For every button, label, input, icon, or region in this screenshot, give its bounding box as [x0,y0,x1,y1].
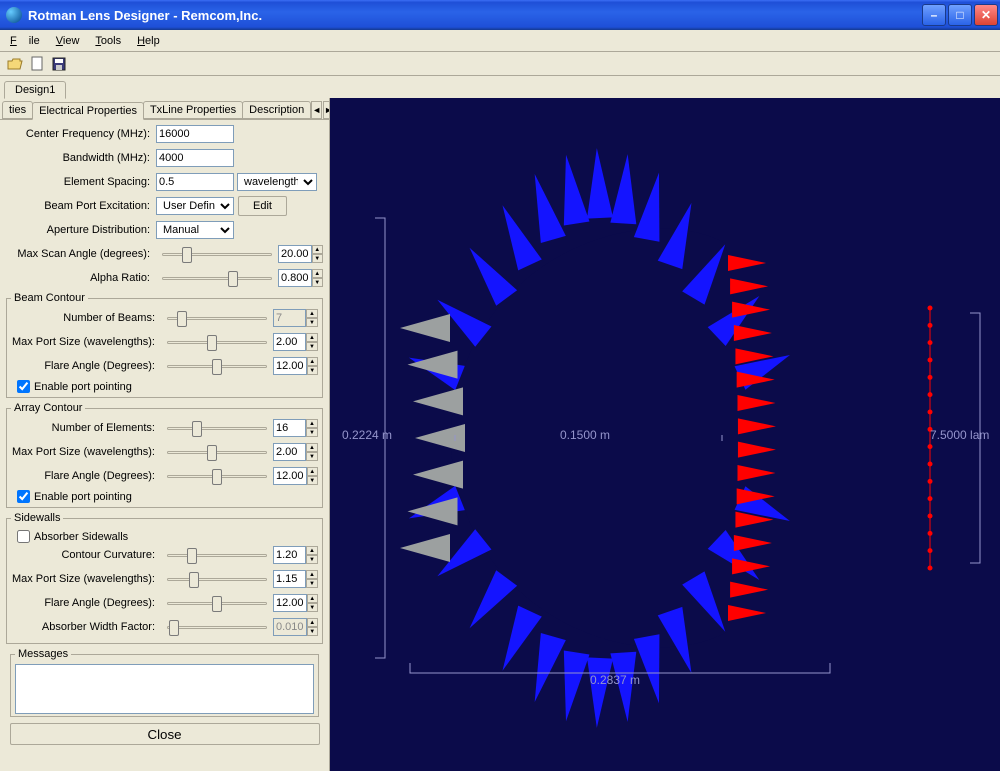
menu-help[interactable]: Help [131,33,166,49]
absorber-sidewalls-checkbox[interactable] [17,530,30,543]
beam-port-label: Beam Port Excitation: [6,200,156,212]
bandwidth-label: Bandwidth (MHz): [6,152,156,164]
max-scan-label: Max Scan Angle (degrees): [6,248,156,260]
property-tabs: ties Electrical Properties TxLine Proper… [0,98,329,120]
document-tabs: Design1 [0,76,1000,98]
bandwidth-input[interactable] [156,149,234,167]
tab-electrical-properties[interactable]: Electrical Properties [32,102,144,120]
curvature-slider[interactable] [167,546,267,564]
beam-enable-port-label: Enable port pointing [34,381,132,393]
beam-flare-label: Flare Angle (Degrees): [11,360,161,372]
element-spacing-unit[interactable]: wavelengths [237,173,317,191]
array-enable-port-label: Enable port pointing [34,491,132,503]
element-spacing-label: Element Spacing: [6,176,156,188]
tab-description[interactable]: Description [242,101,311,119]
array-contour-legend: Array Contour [11,402,85,414]
menu-tools[interactable]: Tools [89,33,127,49]
tab-scroll-right[interactable]: ► [323,101,330,119]
sw-maxport-label: Max Port Size (wavelengths): [11,573,161,585]
beam-maxport-label: Max Port Size (wavelengths): [11,336,161,348]
array-enable-port-checkbox[interactable] [17,490,30,503]
edit-button[interactable]: Edit [238,196,287,216]
center-freq-input[interactable] [156,125,234,143]
sidewalls-legend: Sidewalls [11,512,63,524]
tab-partial[interactable]: ties [2,101,33,119]
beam-flare-slider[interactable] [167,357,267,375]
left-dim-label: 0.2224 m [342,428,392,442]
aperture-select[interactable]: Manual [156,221,234,239]
beam-maxport-spinner[interactable]: 2.00▲▼ [273,333,318,351]
num-beams-label: Number of Beams: [11,312,161,324]
beam-contour-legend: Beam Contour [11,292,88,304]
sidewalls-group: Sidewalls Absorber Sidewalls Contour Cur… [6,512,323,644]
tab-txline-properties[interactable]: TxLine Properties [143,101,243,119]
lens-canvas[interactable]: 0.2224 m 0.1500 m 7.5000 lam 0.2837 m [330,98,1000,771]
beam-port-select[interactable]: User Defined [156,197,234,215]
messages-group: Messages [10,648,319,717]
maximize-button[interactable]: □ [948,4,972,26]
beam-contour-group: Beam Contour Number of Beams: 7▲▼ Max Po… [6,292,323,398]
menubar: File View Tools Help [0,30,1000,52]
array-contour-group: Array Contour Number of Elements: 16▲▼ M… [6,402,323,508]
close-button[interactable]: Close [10,723,320,745]
sw-flare-label: Flare Angle (Degrees): [11,597,161,609]
absorber-sidewalls-label: Absorber Sidewalls [34,531,128,543]
sw-flare-slider[interactable] [167,594,267,612]
num-elem-slider[interactable] [167,419,267,437]
beam-enable-port-checkbox[interactable] [17,380,30,393]
array-flare-spinner[interactable]: 12.00▲▼ [273,467,318,485]
sw-maxport-spinner[interactable]: 1.15▲▼ [273,570,318,588]
num-elem-spinner[interactable]: 16▲▼ [273,419,318,437]
sw-flare-spinner[interactable]: 12.00▲▼ [273,594,318,612]
absorber-wf-slider[interactable] [167,618,267,636]
window-title: Rotman Lens Designer - Remcom,Inc. [28,8,922,23]
beam-flare-spinner[interactable]: 12.00▲▼ [273,357,318,375]
alpha-ratio-spinner[interactable]: 0.800▲▼ [278,269,323,287]
window-close-button[interactable]: ✕ [974,4,998,26]
num-elem-label: Number of Elements: [11,422,161,434]
messages-textarea[interactable] [15,664,314,714]
absorber-wf-label: Absorber Width Factor: [11,621,161,633]
beam-maxport-slider[interactable] [167,333,267,351]
menu-file[interactable]: File [4,33,46,49]
num-beams-slider[interactable] [167,309,267,327]
array-maxport-label: Max Port Size (wavelengths): [11,446,161,458]
sw-maxport-slider[interactable] [167,570,267,588]
max-scan-slider[interactable] [162,245,272,263]
menu-view[interactable]: View [50,33,86,49]
lens-diagram [330,98,1000,771]
absorber-wf-spinner[interactable]: 0.010▲▼ [273,618,318,636]
aperture-label: Aperture Distribution: [6,224,156,236]
bottom-dim-label: 0.2837 m [590,673,640,687]
alpha-ratio-slider[interactable] [162,269,272,287]
tab-scroll-left[interactable]: ◄ [311,101,322,119]
alpha-ratio-label: Alpha Ratio: [6,272,156,284]
minimize-button[interactable]: – [922,4,946,26]
toolbar [0,52,1000,76]
element-spacing-input[interactable] [156,173,234,191]
open-icon[interactable] [6,55,24,73]
num-beams-spinner[interactable]: 7▲▼ [273,309,318,327]
curvature-label: Contour Curvature: [11,549,161,561]
right-dim-label: 7.5000 lam [930,428,989,442]
curvature-spinner[interactable]: 1.20▲▼ [273,546,318,564]
titlebar: Rotman Lens Designer - Remcom,Inc. – □ ✕ [0,0,1000,30]
array-maxport-spinner[interactable]: 2.00▲▼ [273,443,318,461]
array-flare-label: Flare Angle (Degrees): [11,470,161,482]
save-icon[interactable] [50,55,68,73]
messages-legend: Messages [15,648,71,660]
center-dim-label: 0.1500 m [560,428,610,442]
array-flare-slider[interactable] [167,467,267,485]
app-icon [6,7,22,23]
new-icon[interactable] [28,55,46,73]
center-freq-label: Center Frequency (MHz): [6,128,156,140]
properties-panel: ties Electrical Properties TxLine Proper… [0,98,330,771]
max-scan-spinner[interactable]: 20.00▲▼ [278,245,323,263]
array-maxport-slider[interactable] [167,443,267,461]
tab-design1[interactable]: Design1 [4,81,66,99]
